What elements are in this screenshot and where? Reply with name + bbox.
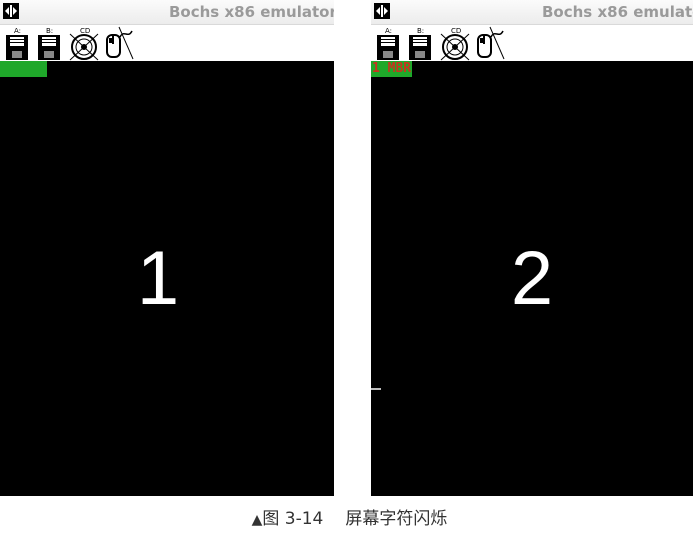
text-cursor [371,388,381,390]
bochs-app-icon[interactable] [374,3,390,19]
mouse-button[interactable] [101,25,135,61]
cdrom-label: CD [451,27,461,35]
caption-text: 屏幕字符闪烁 [345,509,448,529]
emulator-window-2: Bochs x86 emulato A: B: CD 1 MBR 2 [371,0,693,496]
floppy-b-icon: B: [38,27,60,60]
caption-figure-number: 图 3-14 [262,509,324,529]
floppy-b-icon: B: [409,27,431,60]
toolbar: A: B: CD [371,25,693,61]
cdrom-button[interactable]: CD [68,25,102,61]
screen-label: 1 [136,236,180,321]
floppy-b-button[interactable]: B: [405,25,439,61]
emulator-screen[interactable]: 1 [0,61,334,496]
toolbar: A: B: CD [0,25,334,61]
cdrom-label: CD [80,27,90,35]
mouse-icon [106,26,134,60]
floppy-b-button[interactable]: B: [34,25,68,61]
mouse-icon [477,26,505,60]
mbr-status-text: 1 MBR [371,61,413,77]
window-title: Bochs x86 emulator, [169,3,334,21]
emulator-window-1: Bochs x86 emulator, A: B: CD 1 [0,0,334,496]
floppy-a-label: A: [385,27,392,35]
floppy-a-label: A: [14,27,21,35]
cdrom-button[interactable]: CD [439,25,473,61]
floppy-a-icon: A: [6,27,28,60]
title-bar: Bochs x86 emulato [371,0,693,25]
caption-marker: ▲ [251,512,263,528]
status-highlight [0,61,47,77]
emulator-screen[interactable]: 1 MBR 2 [371,61,693,496]
floppy-a-button[interactable]: A: [373,25,407,61]
figure-caption: ▲图 3-14 屏幕字符闪烁 [0,504,699,529]
floppy-a-button[interactable]: A: [2,25,36,61]
title-bar: Bochs x86 emulator, [0,0,334,25]
floppy-b-label: B: [46,27,53,35]
mouse-button[interactable] [472,25,506,61]
floppy-a-icon: A: [377,27,399,60]
cdrom-icon: CD [69,27,99,61]
window-title: Bochs x86 emulato [542,3,693,21]
cdrom-icon: CD [440,27,470,61]
screen-label: 2 [510,236,554,321]
bochs-app-icon[interactable] [3,3,19,19]
floppy-b-label: B: [417,27,424,35]
